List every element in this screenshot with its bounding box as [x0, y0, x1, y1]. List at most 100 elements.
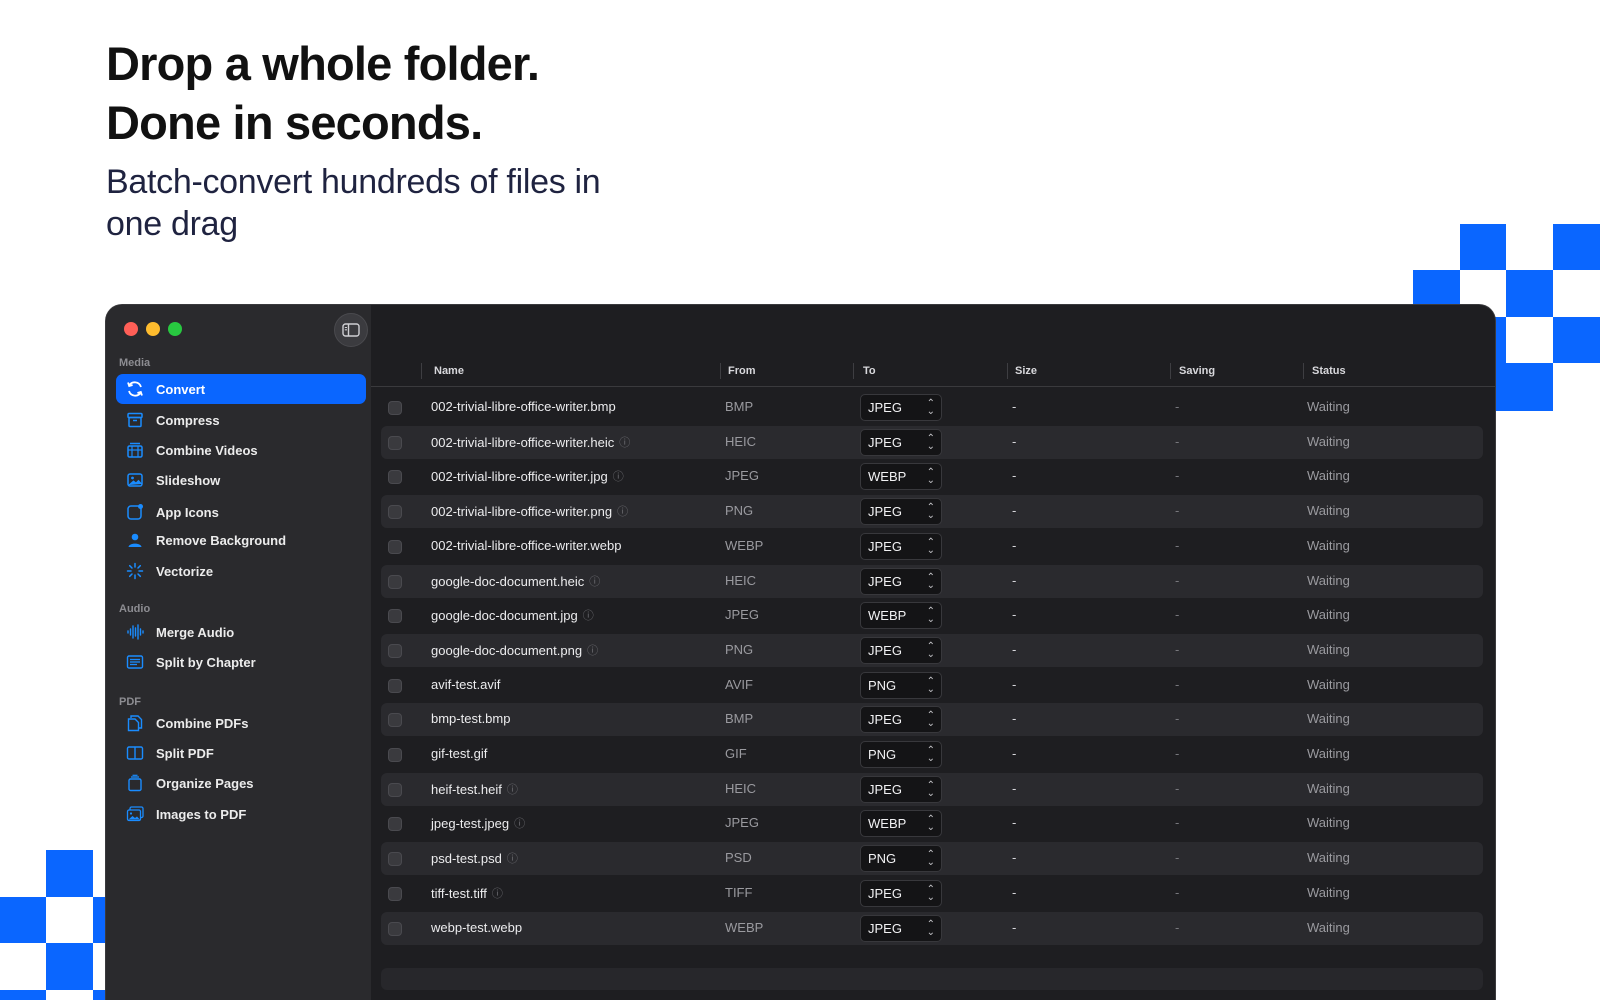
- sidebar-item-convert[interactable]: Convert: [116, 374, 366, 404]
- file-name-cell: google-doc-document.heic ⓘ: [431, 573, 600, 589]
- row-checkbox[interactable]: [388, 713, 402, 728]
- column-header-to[interactable]: To: [863, 365, 876, 377]
- row-checkbox[interactable]: [388, 886, 402, 901]
- column-header-from[interactable]: From: [728, 365, 756, 377]
- to-format-value: JPEG: [868, 781, 902, 797]
- table-row[interactable]: google-doc-document.jpg ⓘ JPEG WEBP ⌃ ⌄ - - Wait…: [381, 599, 1483, 632]
- to-format-select[interactable]: JPEG ⌃ ⌄: [860, 394, 942, 421]
- column-header-status[interactable]: Status: [1312, 365, 1346, 377]
- info-icon[interactable]: ⓘ: [617, 503, 628, 519]
- row-checkbox[interactable]: [388, 435, 402, 450]
- row-checkbox[interactable]: [388, 539, 402, 554]
- close-window-button[interactable]: [124, 322, 138, 336]
- to-format-select[interactable]: JPEG ⌃ ⌄: [860, 879, 942, 907]
- size-cell: -: [1012, 537, 1017, 553]
- row-checkbox[interactable]: [388, 782, 402, 797]
- table-row[interactable]: avif-test.avif AVIF PNG ⌃ ⌄ - - Waiting: [381, 669, 1483, 702]
- info-icon[interactable]: ⓘ: [619, 434, 630, 450]
- to-format-select[interactable]: JPEG ⌃ ⌄: [860, 706, 942, 734]
- table-row[interactable]: google-doc-document.heic ⓘ HEIC JPEG ⌃ ⌄ - - Wai…: [381, 564, 1483, 598]
- size-cell: -: [1012, 399, 1017, 414]
- row-checkbox[interactable]: [388, 609, 402, 624]
- to-format-select[interactable]: JPEG ⌃ ⌄: [860, 914, 942, 942]
- row-checkbox[interactable]: [388, 678, 402, 693]
- row-checkbox[interactable]: [388, 643, 402, 658]
- row-checkbox[interactable]: [388, 574, 402, 589]
- info-icon[interactable]: ⓘ: [492, 885, 503, 901]
- table-row[interactable]: gif-test.gif GIF PNG ⌃ ⌄ - - Waiting: [381, 738, 1483, 771]
- zoom-window-button[interactable]: [168, 322, 182, 336]
- to-format-value: WEBP: [868, 469, 907, 485]
- minimize-window-button[interactable]: [146, 322, 160, 336]
- size-cell: -: [1012, 850, 1017, 866]
- to-format-select[interactable]: JPEG ⌃ ⌄: [860, 636, 942, 664]
- list-icon: [124, 651, 146, 673]
- row-checkbox[interactable]: [388, 748, 402, 762]
- to-format-select[interactable]: JPEG ⌃ ⌄: [860, 567, 942, 595]
- sidebar-item-slideshow[interactable]: Slideshow: [116, 465, 366, 495]
- to-format-value: PNG: [868, 851, 897, 867]
- archive-box-icon: [124, 409, 146, 431]
- row-checkbox[interactable]: [388, 817, 402, 832]
- to-format-select[interactable]: JPEG ⌃ ⌄: [860, 428, 942, 456]
- sidebar-item-organize-pages[interactable]: Organize Pages: [116, 768, 366, 798]
- row-checkbox[interactable]: [388, 470, 402, 485]
- sidebar-item-app-icons[interactable]: App Icons: [116, 497, 366, 527]
- sidebar-item-compress[interactable]: Compress: [116, 405, 366, 435]
- row-checkbox[interactable]: [388, 921, 402, 936]
- sidebar-item-split-pdf[interactable]: Split PDF: [116, 738, 366, 768]
- sidebar-item-vectorize[interactable]: Vectorize: [116, 556, 366, 586]
- to-format-select[interactable]: JPEG ⌃ ⌄: [860, 498, 942, 526]
- sidebar-icon: [342, 323, 360, 337]
- table-row[interactable]: 002-trivial-libre-office-writer.heic ⓘ HEI…: [381, 425, 1483, 459]
- info-icon[interactable]: ⓘ: [613, 468, 624, 484]
- to-format-value: JPEG: [868, 573, 902, 589]
- photos-icon: [124, 803, 146, 825]
- info-icon[interactable]: ⓘ: [589, 573, 600, 589]
- to-format-select[interactable]: JPEG ⌃ ⌄: [860, 775, 942, 803]
- sidebar-toggle-button[interactable]: [334, 313, 368, 347]
- column-header-size[interactable]: Size: [1015, 365, 1037, 377]
- hero-title: Drop a whole folder. Done in seconds.: [106, 34, 746, 152]
- sidebar-item-split-by-chapter[interactable]: Split by Chapter: [116, 647, 366, 677]
- to-format-select[interactable]: PNG ⌃ ⌄: [860, 671, 942, 699]
- table-row[interactable]: 002-trivial-libre-office-writer.jpg ⓘ JPEG…: [381, 460, 1483, 493]
- decor-square: [1413, 270, 1460, 305]
- info-icon[interactable]: ⓘ: [587, 642, 598, 658]
- file-name: jpeg-test.jpeg: [431, 816, 510, 832]
- row-checkbox[interactable]: [388, 401, 402, 415]
- sidebar-item-label: Organize Pages: [156, 775, 254, 791]
- row-checkbox[interactable]: [388, 505, 402, 520]
- to-format-select[interactable]: WEBP ⌃ ⌄: [860, 463, 942, 491]
- column-header-name[interactable]: Name: [434, 365, 464, 377]
- table-row[interactable]: 002-trivial-libre-office-writer.webp WEBP…: [381, 530, 1483, 563]
- info-icon[interactable]: ⓘ: [507, 850, 518, 866]
- decor-square: [1553, 317, 1600, 363]
- table-row[interactable]: tiff-test.tiff ⓘ TIFF JPEG ⌃ ⌄ - - Waiting: [381, 877, 1483, 910]
- table-row[interactable]: bmp-test.bmp BMP JPEG ⌃ ⌄ - - Waiting: [381, 703, 1483, 737]
- info-icon[interactable]: ⓘ: [507, 781, 518, 797]
- sidebar-item-combine-videos[interactable]: Combine Videos: [116, 435, 366, 465]
- sidebar-item-images-to-pdf[interactable]: Images to PDF: [116, 799, 366, 829]
- to-format-select[interactable]: PNG ⌃ ⌄: [860, 741, 942, 768]
- table-row[interactable]: 002-trivial-libre-office-writer.bmp BMP JP…: [381, 391, 1483, 424]
- table-row[interactable]: google-doc-document.png ⓘ PNG JPEG ⌃ ⌄ - - Waiti…: [381, 633, 1483, 667]
- row-checkbox[interactable]: [388, 852, 402, 867]
- to-format-select[interactable]: WEBP ⌃ ⌄: [860, 602, 942, 630]
- sidebar-item-merge-audio[interactable]: Merge Audio: [116, 617, 366, 647]
- sidebar-item-remove-background[interactable]: Remove Background: [116, 525, 366, 555]
- to-format-select[interactable]: PNG ⌃ ⌄: [860, 845, 942, 873]
- column-header-saving[interactable]: Saving: [1179, 365, 1215, 377]
- hero-subtitle: Batch-convert hundreds of files in one d…: [106, 161, 746, 245]
- info-icon[interactable]: ⓘ: [583, 607, 594, 623]
- table-row[interactable]: heif-test.heif ⓘ HEIC JPEG ⌃ ⌄ - - Waiting: [381, 772, 1483, 806]
- sidebar-item-combine-pdfs[interactable]: Combine PDFs: [116, 708, 366, 738]
- table-row[interactable]: psd-test.psd ⓘ PSD PNG ⌃ ⌄ - - Waiting: [381, 842, 1483, 876]
- table-row[interactable]: jpeg-test.jpeg ⓘ JPEG WEBP ⌃ ⌄ - - Waiting: [381, 807, 1483, 840]
- table-row[interactable]: webp-test.webp WEBP JPEG ⌃ ⌄ - - Waiting: [381, 911, 1483, 945]
- file-name: avif-test.avif: [431, 676, 501, 692]
- table-row[interactable]: 002-trivial-libre-office-writer.png ⓘ PNG J…: [381, 495, 1483, 529]
- to-format-select[interactable]: WEBP ⌃ ⌄: [860, 810, 942, 838]
- to-format-select[interactable]: JPEG ⌃ ⌄: [860, 532, 942, 560]
- info-icon[interactable]: ⓘ: [514, 815, 525, 831]
